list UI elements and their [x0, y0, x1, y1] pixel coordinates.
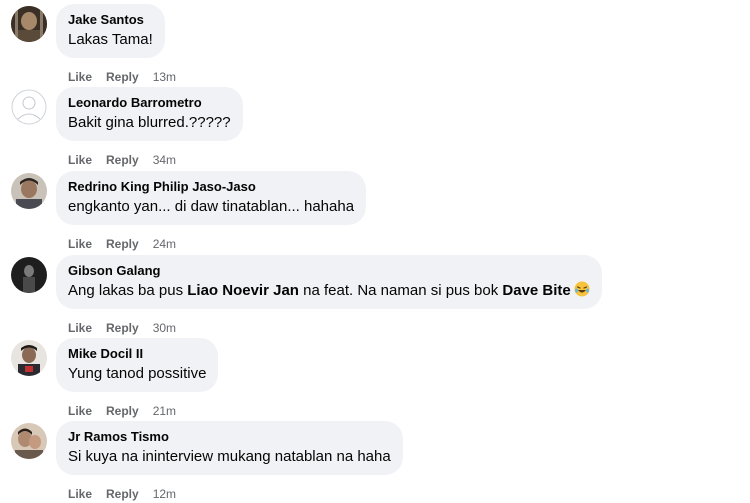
comment-text: Si kuya na ininterview mukang natablan n…: [68, 448, 391, 465]
reply-button[interactable]: Reply: [106, 404, 139, 418]
comment-actions: Like Reply 13m: [68, 70, 176, 84]
like-button[interactable]: Like: [68, 487, 92, 501]
default-avatar-icon: [11, 89, 47, 125]
profile-photo-icon: [11, 340, 47, 376]
avatar[interactable]: [11, 340, 47, 376]
like-button[interactable]: Like: [68, 321, 92, 335]
like-button[interactable]: Like: [68, 70, 92, 84]
comment: Jr Ramos Tismo Si kuya na ininterview mu…: [10, 421, 730, 503]
comment: Jake Santos Lakas Tama! Like Reply 13m: [10, 4, 730, 88]
profile-photo-icon: [11, 423, 47, 459]
comment-bubble: Mike Docil II Yung tanod possitive: [56, 338, 219, 392]
like-button[interactable]: Like: [68, 404, 92, 418]
comment-author[interactable]: Redrino King Philip Jaso-Jaso: [68, 179, 354, 195]
reply-button[interactable]: Reply: [106, 237, 139, 251]
comment-author[interactable]: Gibson Galang: [68, 263, 590, 279]
comment: Leonardo Barrometro Bakit gina blurred.?…: [10, 87, 730, 171]
comment-text: Lakas Tama!: [68, 31, 153, 48]
laughing-emoji-icon: [574, 281, 590, 297]
avatar[interactable]: [11, 173, 47, 209]
profile-photo-icon: [11, 173, 47, 209]
comment-actions: Like Reply 12m: [68, 487, 176, 501]
comment-actions: Like Reply 30m: [68, 321, 176, 335]
comment-text: Bakit gina blurred.?????: [68, 114, 231, 131]
comment: Redrino King Philip Jaso-Jaso engkanto y…: [10, 171, 730, 255]
comment-timestamp[interactable]: 12m: [153, 487, 176, 501]
reply-button[interactable]: Reply: [106, 321, 139, 335]
comment-bubble: Gibson Galang Ang lakas ba pus Liao Noev…: [56, 255, 602, 309]
reply-button[interactable]: Reply: [106, 153, 139, 167]
comment-actions: Like Reply 34m: [68, 153, 176, 167]
reply-button[interactable]: Reply: [106, 487, 139, 501]
comment-author[interactable]: Jake Santos: [68, 12, 153, 28]
comment-timestamp[interactable]: 24m: [153, 237, 176, 251]
comment-timestamp[interactable]: 34m: [153, 153, 176, 167]
comment-text-part: Ang lakas ba pus: [68, 282, 188, 299]
avatar[interactable]: [11, 89, 47, 125]
comment-text-part: na feat. Na naman si pus bok: [298, 282, 503, 299]
reply-button[interactable]: Reply: [106, 70, 139, 84]
profile-photo-icon: [11, 6, 47, 42]
comment-timestamp[interactable]: 30m: [153, 321, 176, 335]
comment-bubble: Redrino King Philip Jaso-Jaso engkanto y…: [56, 171, 367, 225]
comment-text: Ang lakas ba pus Liao Noevir Jan na feat…: [68, 281, 590, 301]
mention-link[interactable]: Dave Bite: [502, 282, 570, 299]
comment-timestamp[interactable]: 13m: [153, 70, 176, 84]
comment-author[interactable]: Jr Ramos Tismo: [68, 429, 391, 445]
comment-author[interactable]: Mike Docil II: [68, 346, 206, 362]
like-button[interactable]: Like: [68, 153, 92, 167]
avatar[interactable]: [11, 6, 47, 42]
comment: Mike Docil II Yung tanod possitive Like R…: [10, 338, 730, 422]
comment-author[interactable]: Leonardo Barrometro: [68, 95, 231, 111]
profile-photo-icon: [11, 257, 47, 293]
comment-thread: Jake Santos Lakas Tama! Like Reply 13m Leo…: [0, 0, 750, 503]
avatar[interactable]: [11, 257, 47, 293]
comment-bubble: Leonardo Barrometro Bakit gina blurred.?…: [56, 87, 243, 141]
mention-link[interactable]: Liao Noevir Jan: [187, 282, 299, 299]
comment: Gibson Galang Ang lakas ba pus Liao Noev…: [10, 255, 730, 339]
comment-actions: Like Reply 21m: [68, 404, 176, 418]
comment-text: Yung tanod possitive: [68, 365, 207, 382]
avatar[interactable]: [11, 423, 47, 459]
comment-timestamp[interactable]: 21m: [153, 404, 176, 418]
comment-actions: Like Reply 24m: [68, 237, 176, 251]
like-button[interactable]: Like: [68, 237, 92, 251]
comment-bubble: Jake Santos Lakas Tama!: [56, 4, 165, 58]
comment-text: engkanto yan... di daw tinatablan... hah…: [68, 198, 355, 215]
comment-bubble: Jr Ramos Tismo Si kuya na ininterview mu…: [56, 421, 403, 475]
